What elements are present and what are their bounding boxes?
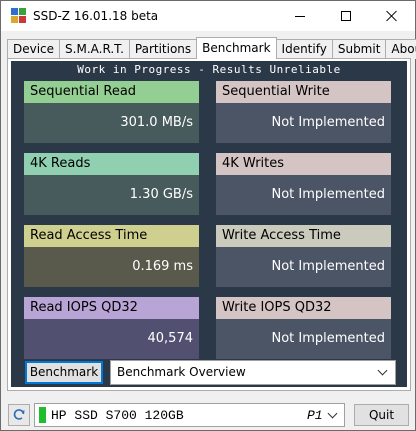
maximize-button[interactable] — [323, 1, 369, 31]
app-window: SSD-Z 16.01.18 beta Device S.M.A.R.T. Pa… — [0, 0, 416, 431]
card-value: Not Implemented — [216, 247, 391, 287]
card-sequential-read: Sequential Read 301.0 MB/s — [24, 81, 199, 143]
card-value: 301.0 MB/s — [24, 103, 199, 143]
tab-partitions[interactable]: Partitions — [128, 39, 198, 59]
card-label: 4K Reads — [24, 153, 199, 175]
tab-strip: Device S.M.A.R.T. Partitions Benchmark I… — [7, 37, 416, 59]
title-bar: SSD-Z 16.01.18 beta — [1, 1, 415, 31]
quit-button[interactable]: Quit — [354, 404, 409, 426]
card-value: 40,574 — [24, 319, 199, 359]
card-label: Read IOPS QD32 — [24, 297, 199, 319]
card-4k-writes: 4K Writes Not Implemented — [216, 153, 391, 215]
card-write-iops: Write IOPS QD32 Not Implemented — [216, 297, 391, 359]
card-label: Sequential Read — [24, 81, 199, 103]
refresh-icon — [13, 409, 25, 420]
tab-device[interactable]: Device — [7, 39, 61, 59]
card-sequential-write: Sequential Write Not Implemented — [216, 81, 391, 143]
card-value: Not Implemented — [216, 103, 391, 143]
card-read-iops: Read IOPS QD32 40,574 — [24, 297, 199, 359]
benchmark-panel: Work in Progress - Results Unreliable Se… — [11, 61, 407, 387]
tab-about[interactable]: About — [385, 39, 416, 59]
minimize-button[interactable] — [277, 1, 323, 31]
drive-name: HP SSD S700 120GB — [51, 408, 184, 423]
benchmark-view-value: Benchmark Overview — [117, 365, 246, 379]
tab-benchmark[interactable]: Benchmark — [196, 37, 277, 59]
card-label: 4K Writes — [216, 153, 391, 175]
benchmark-button[interactable]: Benchmark — [25, 361, 103, 384]
benchmark-view-select[interactable]: Benchmark Overview — [110, 360, 396, 385]
card-label: Read Access Time — [24, 225, 199, 247]
tab-submit[interactable]: Submit — [331, 39, 387, 59]
ssdz-app-icon — [11, 8, 27, 24]
close-button[interactable] — [369, 1, 415, 31]
drive-status-indicator — [39, 407, 46, 423]
warning-banner: Work in Progress - Results Unreliable — [77, 63, 341, 76]
card-value: Not Implemented — [216, 175, 391, 215]
card-value: 0.169 ms — [24, 247, 199, 287]
maximize-icon — [341, 11, 351, 21]
minimize-icon — [295, 15, 305, 17]
refresh-button[interactable] — [8, 404, 30, 426]
card-label: Sequential Write — [216, 81, 391, 103]
card-label: Write IOPS QD32 — [216, 297, 391, 319]
card-value: 1.30 GB/s — [24, 175, 199, 215]
card-4k-reads: 4K Reads 1.30 GB/s — [24, 153, 199, 215]
tab-identify[interactable]: Identify — [275, 39, 333, 59]
chevron-down-icon — [327, 408, 338, 419]
card-write-access-time: Write Access Time Not Implemented — [216, 225, 391, 287]
card-value: Not Implemented — [216, 319, 391, 359]
card-label: Write Access Time — [216, 225, 391, 247]
window-title: SSD-Z 16.01.18 beta — [33, 9, 159, 23]
close-icon — [386, 10, 398, 22]
card-read-access-time: Read Access Time 0.169 ms — [24, 225, 199, 287]
tab-smart[interactable]: S.M.A.R.T. — [59, 39, 130, 59]
drive-select[interactable]: HP SSD S700 120GB P1 — [34, 403, 345, 427]
chevron-down-icon — [377, 365, 388, 376]
drive-port: P1 — [307, 408, 323, 423]
